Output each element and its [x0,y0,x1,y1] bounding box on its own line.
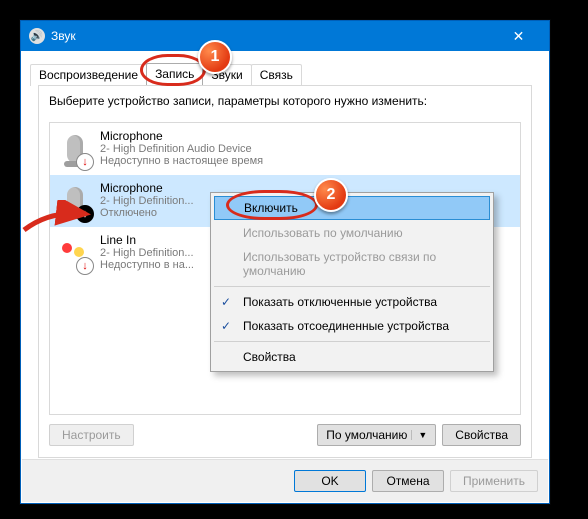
dialog-footer: OK Отмена Применить [22,459,548,502]
unavailable-badge-icon: ↓ [76,153,94,171]
unavailable-badge-icon: ↓ [76,257,94,275]
ctx-separator [214,286,490,287]
instruction-text: Выберите устройство записи, параметры ко… [39,86,531,116]
ctx-use-comm-default[interactable]: Использовать устройство связи по умолчан… [213,245,491,283]
device-status: Недоступно в настоящее время [100,155,263,167]
ctx-properties[interactable]: Свойства [213,345,491,369]
apply-button[interactable]: Применить [450,470,538,492]
microphone-icon: ↓ [58,129,92,169]
device-name: Microphone [100,181,194,195]
ctx-enable[interactable]: Включить [214,196,490,220]
panel-button-row: Настроить По умолчанию ▼ Свойства [49,421,521,449]
configure-button[interactable]: Настроить [49,424,134,446]
ctx-show-disconnected[interactable]: Показать отсоединенные устройства [213,314,491,338]
tab-recording[interactable]: Запись [146,63,203,85]
set-default-dropdown[interactable]: По умолчанию ▼ [317,424,436,446]
device-name: Line In [100,233,194,247]
close-icon[interactable]: ✕ [496,21,541,51]
ctx-show-disabled[interactable]: Показать отключенные устройства [213,290,491,314]
window-title: Звук [51,29,76,43]
device-name: Microphone [100,129,263,143]
device-row-mic-1[interactable]: ↓ Microphone 2- High Definition Audio De… [50,123,520,175]
device-sub: 2- High Definition... [100,195,194,207]
device-status: Недоступно в на... [100,259,194,271]
tab-strip: Воспроизведение Запись Звуки Связь [22,52,548,85]
ok-button[interactable]: OK [294,470,366,492]
tab-playback[interactable]: Воспроизведение [30,64,147,86]
cancel-button[interactable]: Отмена [372,470,444,492]
set-default-label: По умолчанию [326,428,407,442]
microphone-icon: ↓ [58,181,92,221]
tab-sounds[interactable]: Звуки [202,64,251,86]
properties-button[interactable]: Свойства [442,424,521,446]
tab-communications[interactable]: Связь [251,64,302,86]
sound-icon: 🔊 [29,28,45,44]
ctx-separator [214,341,490,342]
device-sub: 2- High Definition... [100,247,194,259]
disabled-badge-icon: ↓ [76,205,94,223]
device-context-menu: Включить Использовать по умолчанию Испол… [210,192,494,372]
titlebar[interactable]: 🔊 Звук ✕ [21,21,549,51]
line-in-icon: ↓ [58,233,92,273]
chevron-down-icon: ▼ [411,430,427,440]
ctx-use-default[interactable]: Использовать по умолчанию [213,221,491,245]
device-status: Отключено [100,207,194,219]
device-sub: 2- High Definition Audio Device [100,143,263,155]
